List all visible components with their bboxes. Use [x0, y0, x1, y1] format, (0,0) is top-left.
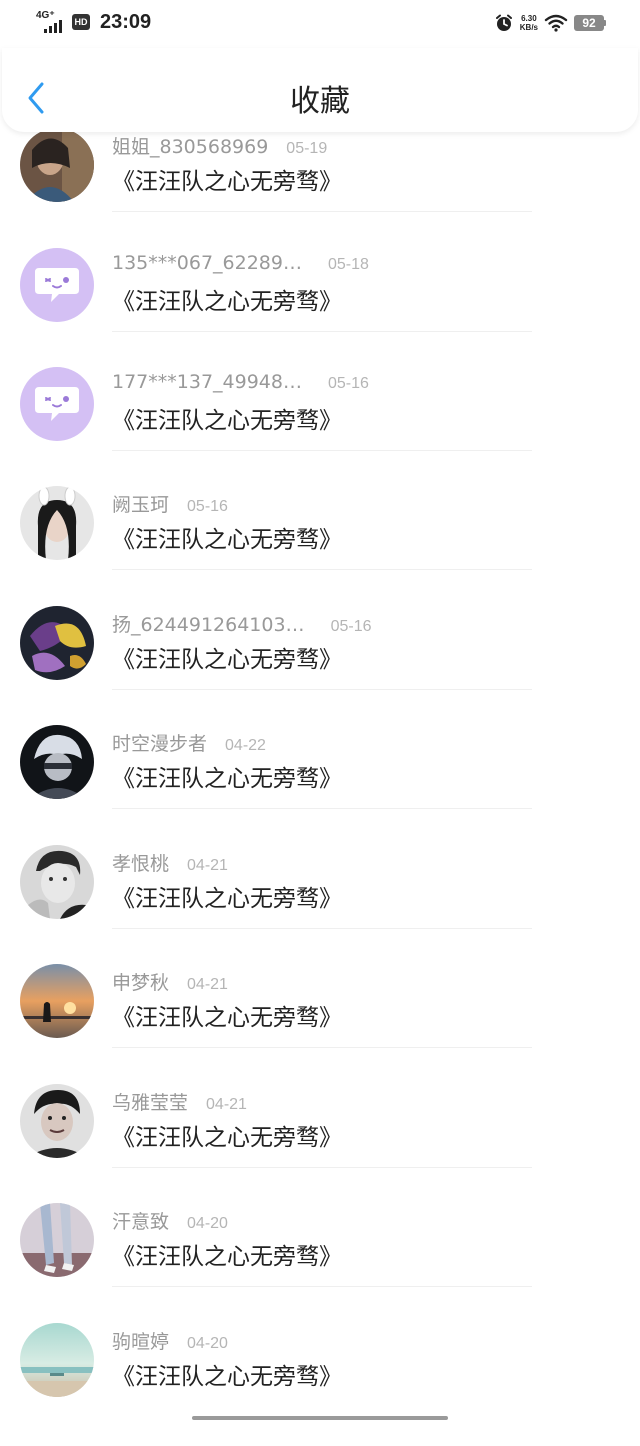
avatar[interactable] — [20, 128, 94, 202]
avatar[interactable] — [20, 1084, 94, 1158]
page-title: 收藏 — [290, 84, 350, 119]
list-item[interactable]: 177***137_49948… 05-16 《汪汪队之心无旁骛》 — [0, 367, 640, 490]
list-item[interactable]: 姐姐_830568969 05-19 《汪汪队之心无旁骛》 — [0, 128, 640, 251]
favorite-title: 《汪汪队之心无旁骛》 — [112, 1005, 342, 1031]
avatar[interactable] — [20, 725, 94, 799]
divider — [112, 211, 532, 212]
avatar[interactable] — [20, 964, 94, 1038]
divider — [112, 1286, 532, 1287]
user-name: 姐姐_830568969 — [112, 136, 269, 158]
divider — [112, 450, 532, 451]
user-name: 扬_624491264103… — [112, 614, 305, 636]
chat-bubble-icon — [35, 387, 79, 421]
list-item[interactable]: 驹暄婷 04-20 《汪汪队之心无旁骛》 — [0, 1323, 640, 1446]
list-item[interactable]: 时空漫步者 04-22 《汪汪队之心无旁骛》 — [0, 725, 640, 848]
default-avatar[interactable] — [20, 367, 94, 441]
avatar[interactable] — [20, 486, 94, 560]
favorite-title: 《汪汪队之心无旁骛》 — [112, 408, 342, 434]
favorite-title: 《汪汪队之心无旁骛》 — [112, 1125, 342, 1151]
user-name: 乌雅莹莹 — [112, 1092, 189, 1114]
favorite-title: 《汪汪队之心无旁骛》 — [112, 886, 342, 912]
user-name: 阙玉珂 — [112, 494, 170, 516]
app-header: 收藏 — [2, 48, 638, 132]
home-indicator[interactable] — [192, 1416, 448, 1420]
date-label: 04-21 — [187, 976, 228, 993]
user-name: 申梦秋 — [112, 972, 170, 994]
date-label: 04-21 — [206, 1096, 247, 1113]
date-label: 04-22 — [225, 737, 266, 754]
date-label: 05-19 — [286, 140, 328, 157]
user-name: 时空漫步者 — [112, 733, 208, 755]
list-item[interactable]: 扬_624491264103… 05-16 《汪汪队之心无旁骛》 — [0, 606, 640, 729]
avatar[interactable] — [20, 1323, 94, 1397]
avatar[interactable] — [20, 606, 94, 680]
divider — [112, 808, 532, 809]
date-label: 04-21 — [187, 857, 228, 874]
favorite-title: 《汪汪队之心无旁骛》 — [112, 647, 342, 673]
avatar[interactable] — [20, 1203, 94, 1277]
list-item[interactable]: 孝恨桃 04-21 《汪汪队之心无旁骛》 — [0, 845, 640, 968]
user-name: 135***067_62289… — [112, 252, 302, 274]
date-label: 05-16 — [330, 618, 372, 635]
list-item[interactable]: 阙玉珂 05-16 《汪汪队之心无旁骛》 — [0, 486, 640, 609]
favorite-title: 《汪汪队之心无旁骛》 — [112, 1244, 342, 1270]
divider — [112, 1167, 532, 1168]
list-item[interactable]: 135***067_62289… 05-18 《汪汪队之心无旁骛》 — [0, 248, 640, 371]
date-label: 05-16 — [187, 498, 228, 515]
favorite-title: 《汪汪队之心无旁骛》 — [112, 1364, 342, 1390]
list-item[interactable]: 申梦秋 04-21 《汪汪队之心无旁骛》 — [0, 964, 640, 1087]
user-name: 驹暄婷 — [112, 1331, 170, 1353]
user-name: 孝恨桃 — [112, 853, 170, 875]
favorites-list: 姐姐_830568969 05-19 《汪汪队之心无旁骛》 135***067_… — [0, 0, 640, 1422]
favorite-title: 《汪汪队之心无旁骛》 — [112, 169, 342, 195]
favorite-title: 《汪汪队之心无旁骛》 — [112, 289, 342, 315]
divider — [112, 331, 532, 332]
date-label: 05-18 — [327, 256, 369, 273]
list-item[interactable]: 乌雅莹莹 04-21 《汪汪队之心无旁骛》 — [0, 1084, 640, 1207]
user-name: 汗意致 — [112, 1211, 170, 1233]
favorite-title: 《汪汪队之心无旁骛》 — [112, 527, 342, 553]
avatar[interactable] — [20, 845, 94, 919]
divider — [112, 689, 532, 690]
divider — [112, 928, 532, 929]
divider — [112, 569, 532, 570]
favorite-title: 《汪汪队之心无旁骛》 — [112, 766, 342, 792]
chat-bubble-icon — [35, 268, 79, 302]
date-label: 04-20 — [187, 1215, 228, 1232]
list-item[interactable]: 汗意致 04-20 《汪汪队之心无旁骛》 — [0, 1203, 640, 1326]
date-label: 05-16 — [327, 375, 369, 392]
date-label: 04-20 — [187, 1335, 228, 1352]
default-avatar[interactable] — [20, 248, 94, 322]
user-name: 177***137_49948… — [112, 371, 302, 393]
divider — [112, 1047, 532, 1048]
